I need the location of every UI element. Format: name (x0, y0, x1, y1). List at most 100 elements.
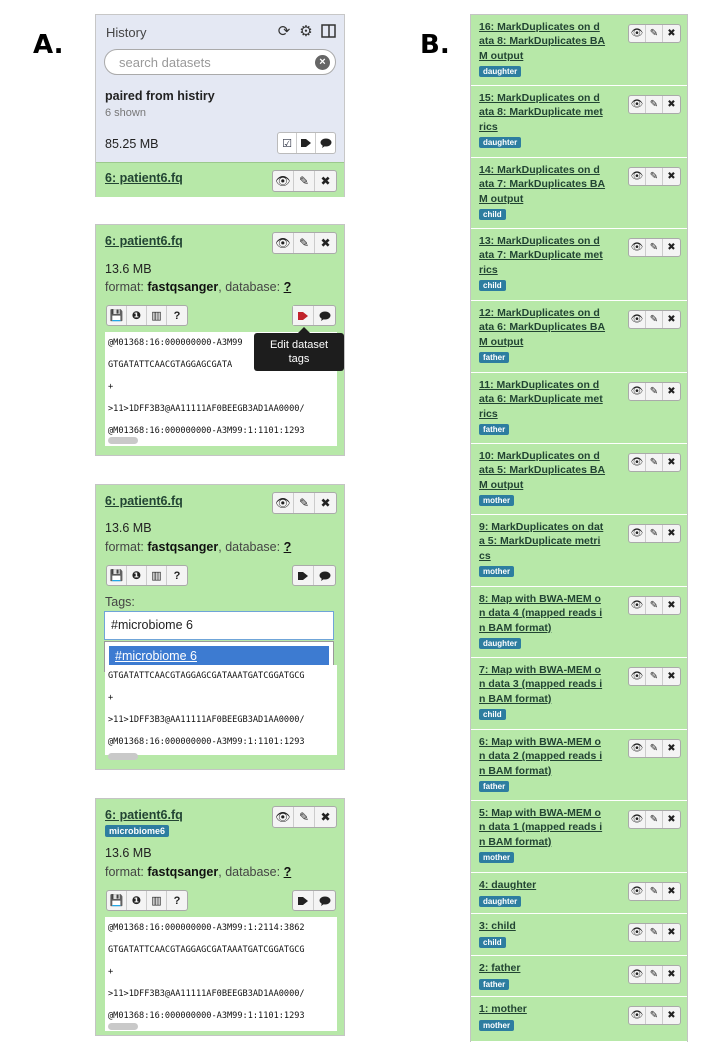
annotation-icon[interactable] (314, 891, 335, 910)
eye-icon[interactable]: 👁 (629, 96, 646, 113)
dataset-list-title[interactable]: 13: MarkDuplicates on d ata 7: MarkDuplic… (479, 234, 621, 277)
eye-icon[interactable]: 👁 (273, 493, 294, 513)
eye-icon[interactable]: 👁 (629, 924, 646, 941)
dataset-list-item[interactable]: 6: Map with BWA-MEM on data 2 (mapped re… (471, 730, 687, 801)
eye-icon[interactable]: 👁 (629, 454, 646, 471)
tag-badge[interactable]: child (479, 937, 506, 948)
dataset-list-title[interactable]: 1: mother (479, 1002, 621, 1016)
pencil-icon[interactable]: ✎ (646, 597, 663, 614)
eye-icon[interactable]: 👁 (629, 966, 646, 983)
pencil-icon[interactable]: ✎ (646, 966, 663, 983)
search-input[interactable]: search datasets × (104, 49, 336, 75)
eye-icon[interactable]: 👁 (629, 525, 646, 542)
delete-icon[interactable]: ✖ (663, 883, 680, 900)
dataset-list-title[interactable]: 3: child (479, 919, 621, 933)
dataset-list-item[interactable]: 5: Map with BWA-MEM on data 1 (mapped re… (471, 801, 687, 873)
tags-icon[interactable] (293, 566, 314, 585)
delete-icon[interactable]: ✖ (663, 454, 680, 471)
delete-icon[interactable]: ✖ (663, 966, 680, 983)
pencil-icon[interactable]: ✎ (294, 233, 315, 253)
gear-icon[interactable]: ⚙ (298, 22, 314, 40)
delete-icon[interactable]: ✖ (663, 383, 680, 400)
pencil-icon[interactable]: ✎ (646, 311, 663, 328)
pencil-icon[interactable]: ✎ (646, 668, 663, 685)
delete-icon[interactable]: ✖ (663, 239, 680, 256)
delete-icon[interactable]: ✖ (663, 1007, 680, 1024)
refresh-icon[interactable]: ⟳ (276, 22, 292, 40)
dataset-list-item[interactable]: 7: Map with BWA-MEM on data 3 (mapped re… (471, 658, 687, 730)
eye-icon[interactable]: 👁 (629, 311, 646, 328)
eye-icon[interactable]: 👁 (629, 740, 646, 757)
delete-icon[interactable]: ✖ (315, 233, 336, 253)
tag-badge[interactable]: father (479, 424, 510, 435)
eye-icon[interactable]: 👁 (629, 597, 646, 614)
pencil-icon[interactable]: ✎ (646, 525, 663, 542)
dataset-list-item[interactable]: 12: MarkDuplicates on d ata 6: MarkDuplic… (471, 301, 687, 373)
dataset-title[interactable]: 6: patient6.fq (105, 808, 183, 822)
eye-icon[interactable]: 👁 (629, 1007, 646, 1024)
delete-icon[interactable]: ✖ (663, 597, 680, 614)
tag-badge[interactable]: child (479, 209, 506, 220)
dataset-list-item[interactable]: 11: MarkDuplicates on d ata 6: MarkDuplic… (471, 373, 687, 444)
eye-icon[interactable]: 👁 (629, 168, 646, 185)
annotation-icon[interactable] (314, 566, 335, 585)
dataset-title[interactable]: 6: patient6.fq (105, 234, 183, 248)
eye-icon[interactable]: 👁 (273, 171, 294, 191)
pencil-icon[interactable]: ✎ (646, 168, 663, 185)
dataset-list-item[interactable]: 4: daughter 👁 ✎ ✖ daughter (471, 873, 687, 914)
dataset-title[interactable]: 6: patient6.fq (105, 494, 183, 508)
delete-icon[interactable]: ✖ (663, 811, 680, 828)
dataset-list-item[interactable]: 10: MarkDuplicates on d ata 5: MarkDuplic… (471, 444, 687, 515)
eye-icon[interactable]: 👁 (629, 25, 646, 42)
visualize-icon[interactable]: ▥ (147, 566, 167, 585)
tag-badge[interactable]: father (479, 781, 510, 792)
eye-icon[interactable]: 👁 (629, 383, 646, 400)
eye-icon[interactable]: 👁 (273, 807, 294, 827)
pencil-icon[interactable]: ✎ (646, 883, 663, 900)
dataset-list-item[interactable]: 9: MarkDuplicates on dat a 5: MarkDuplica… (471, 515, 687, 587)
annotation-icon[interactable] (316, 133, 335, 153)
dataset-list-title[interactable]: 15: MarkDuplicates on d ata 8: MarkDuplic… (479, 91, 621, 134)
dataset-list-title[interactable]: 4: daughter (479, 878, 621, 892)
columns-icon[interactable] (320, 22, 336, 40)
dataset-list-item[interactable]: 16: MarkDuplicates on d ata 8: MarkDuplic… (471, 15, 687, 86)
dataset-list-title[interactable]: 8: Map with BWA-MEM on data 4 (mapped re… (479, 592, 621, 635)
dataset-list-item[interactable]: 3: child 👁 ✎ ✖ child (471, 914, 687, 956)
visualize-icon[interactable]: ▥ (147, 306, 167, 325)
delete-icon[interactable]: ✖ (663, 740, 680, 757)
tag-input[interactable]: #microbiome 6 (104, 611, 334, 640)
pencil-icon[interactable]: ✎ (646, 924, 663, 941)
tags-icon[interactable] (293, 891, 314, 910)
dataset-list-title[interactable]: 10: MarkDuplicates on d ata 5: MarkDuplic… (479, 449, 621, 492)
tag-badge[interactable]: mother (479, 852, 515, 863)
dataset-list-title[interactable]: 16: MarkDuplicates on d ata 8: MarkDuplic… (479, 20, 621, 63)
dataset-list-item[interactable]: 2: father 👁 ✎ ✖ father (471, 956, 687, 997)
pencil-icon[interactable]: ✎ (646, 239, 663, 256)
tag-badge[interactable]: daughter (479, 137, 522, 148)
scrollbar[interactable] (108, 437, 138, 444)
pencil-icon[interactable]: ✎ (646, 740, 663, 757)
delete-icon[interactable]: ✖ (663, 924, 680, 941)
tag-badge[interactable]: daughter (479, 896, 522, 907)
eye-icon[interactable]: 👁 (629, 239, 646, 256)
pencil-icon[interactable]: ✎ (294, 493, 315, 513)
pencil-icon[interactable]: ✎ (646, 1007, 663, 1024)
save-icon[interactable]: 💾 (107, 306, 127, 325)
history-name[interactable]: paired from histiry (105, 89, 344, 103)
info-icon[interactable]: ❶ (127, 891, 147, 910)
dataset-list-item[interactable]: 1: mother 👁 ✎ ✖ mother (471, 997, 687, 1042)
delete-icon[interactable]: ✖ (663, 311, 680, 328)
help-icon[interactable]: ? (167, 306, 187, 325)
dataset-list-item[interactable]: 8: Map with BWA-MEM on data 4 (mapped re… (471, 587, 687, 658)
delete-icon[interactable]: ✖ (663, 168, 680, 185)
dataset-list-title[interactable]: 2: father (479, 961, 621, 975)
annotation-icon[interactable] (314, 306, 335, 325)
eye-icon[interactable]: 👁 (629, 811, 646, 828)
save-icon[interactable]: 💾 (107, 891, 127, 910)
pencil-icon[interactable]: ✎ (646, 454, 663, 471)
pencil-icon[interactable]: ✎ (294, 171, 315, 191)
delete-icon[interactable]: ✖ (315, 171, 336, 191)
dataset-list-title[interactable]: 11: MarkDuplicates on d ata 6: MarkDuplic… (479, 378, 621, 421)
dataset-list-item[interactable]: 14: MarkDuplicates on d ata 7: MarkDuplic… (471, 158, 687, 229)
help-icon[interactable]: ? (167, 566, 187, 585)
